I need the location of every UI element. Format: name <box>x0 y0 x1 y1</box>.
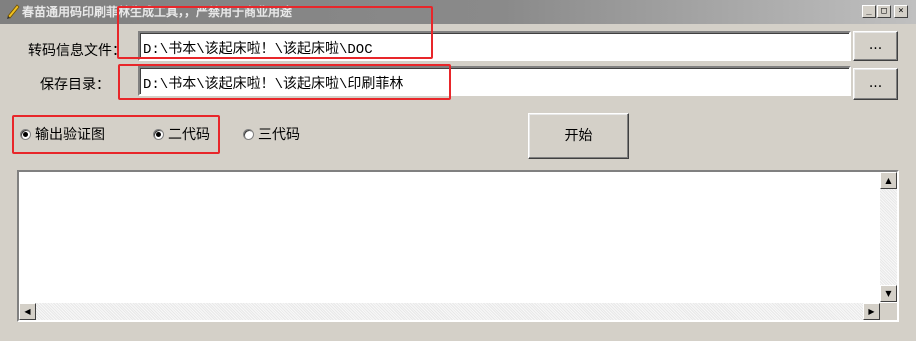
code3-label: 三代码 <box>258 127 300 143</box>
scroll-left-button[interactable]: ◀ <box>19 303 36 320</box>
scrollbar-corner <box>880 303 897 320</box>
vertical-scrollbar[interactable]: ▲ ▼ <box>880 172 897 302</box>
highlight-options <box>12 115 220 154</box>
output-log-area[interactable]: ▲ ▼ ◀ ▶ <box>17 170 899 322</box>
highlight-source-path <box>117 6 433 59</box>
pen-icon <box>7 4 20 19</box>
scroll-up-button[interactable]: ▲ <box>880 172 897 189</box>
code3-option[interactable]: 三代码 <box>243 124 300 144</box>
source-browse-button[interactable]: ... <box>853 31 898 61</box>
code3-radio[interactable] <box>243 128 254 140</box>
horizontal-scrollbar[interactable]: ◀ ▶ <box>19 303 880 320</box>
minimize-button[interactable]: _ <box>862 5 876 18</box>
start-button[interactable]: 开始 <box>528 113 629 159</box>
save-browse-button[interactable]: ... <box>853 68 898 100</box>
source-file-label: 转码信息文件： <box>28 43 126 59</box>
close-button[interactable]: × <box>894 5 908 18</box>
scroll-right-button[interactable]: ▶ <box>863 303 880 320</box>
highlight-save-path <box>118 64 451 100</box>
maximize-button[interactable]: □ <box>877 5 891 18</box>
save-dir-label: 保存目录： <box>40 77 110 93</box>
scroll-down-button[interactable]: ▼ <box>880 285 897 302</box>
